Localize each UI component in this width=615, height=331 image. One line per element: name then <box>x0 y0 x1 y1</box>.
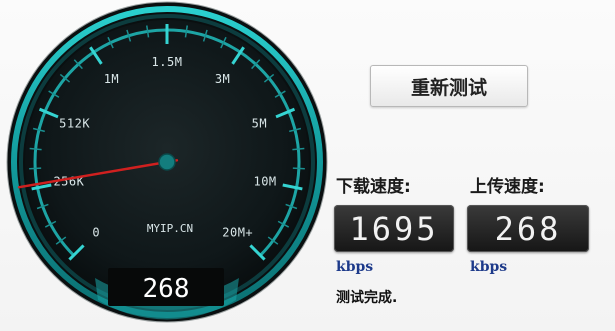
gauge-tick-label: 0 <box>92 226 100 240</box>
gauge-tick-label: 20M+ <box>222 226 253 240</box>
gauge-tick-label: 5M <box>252 117 267 131</box>
test-status-text: 测试完成. <box>336 290 398 306</box>
gauge-readout-value: 268 <box>143 274 190 304</box>
upload-speed-display: 268 <box>467 205 589 252</box>
gauge-minor-tick <box>29 167 42 170</box>
gauge-tick-label: 1.5M <box>152 55 183 69</box>
download-speed-unit: kbps <box>336 259 374 275</box>
gauge-tick-label: 1M <box>104 72 119 86</box>
gauge-tick-label: 512K <box>59 117 90 131</box>
gauge-tick-label: 10M <box>253 175 276 189</box>
gauge-needle-hub <box>158 153 176 171</box>
gauge-tick-label: 3M <box>215 72 230 86</box>
gauge-minor-tick <box>292 167 305 170</box>
speed-test-panel: 0 256K 512K 1M 1.5M 3M 5M 10M 20M+ 268 MYIP.CN 重… <box>0 0 615 331</box>
download-speed-display: 1695 <box>334 205 454 252</box>
download-speed-label: 下载速度: <box>336 177 411 197</box>
gauge-site-label: MYIP.CN <box>147 222 193 235</box>
upload-speed-unit: kbps <box>470 259 508 275</box>
speedometer-gauge: 0256K512K1M1.5M3M5M10M20M+ 268 MYIP.CN <box>6 1 328 323</box>
upload-speed-label: 上传速度: <box>470 177 545 197</box>
retest-button[interactable]: 重新测试 <box>370 65 528 107</box>
